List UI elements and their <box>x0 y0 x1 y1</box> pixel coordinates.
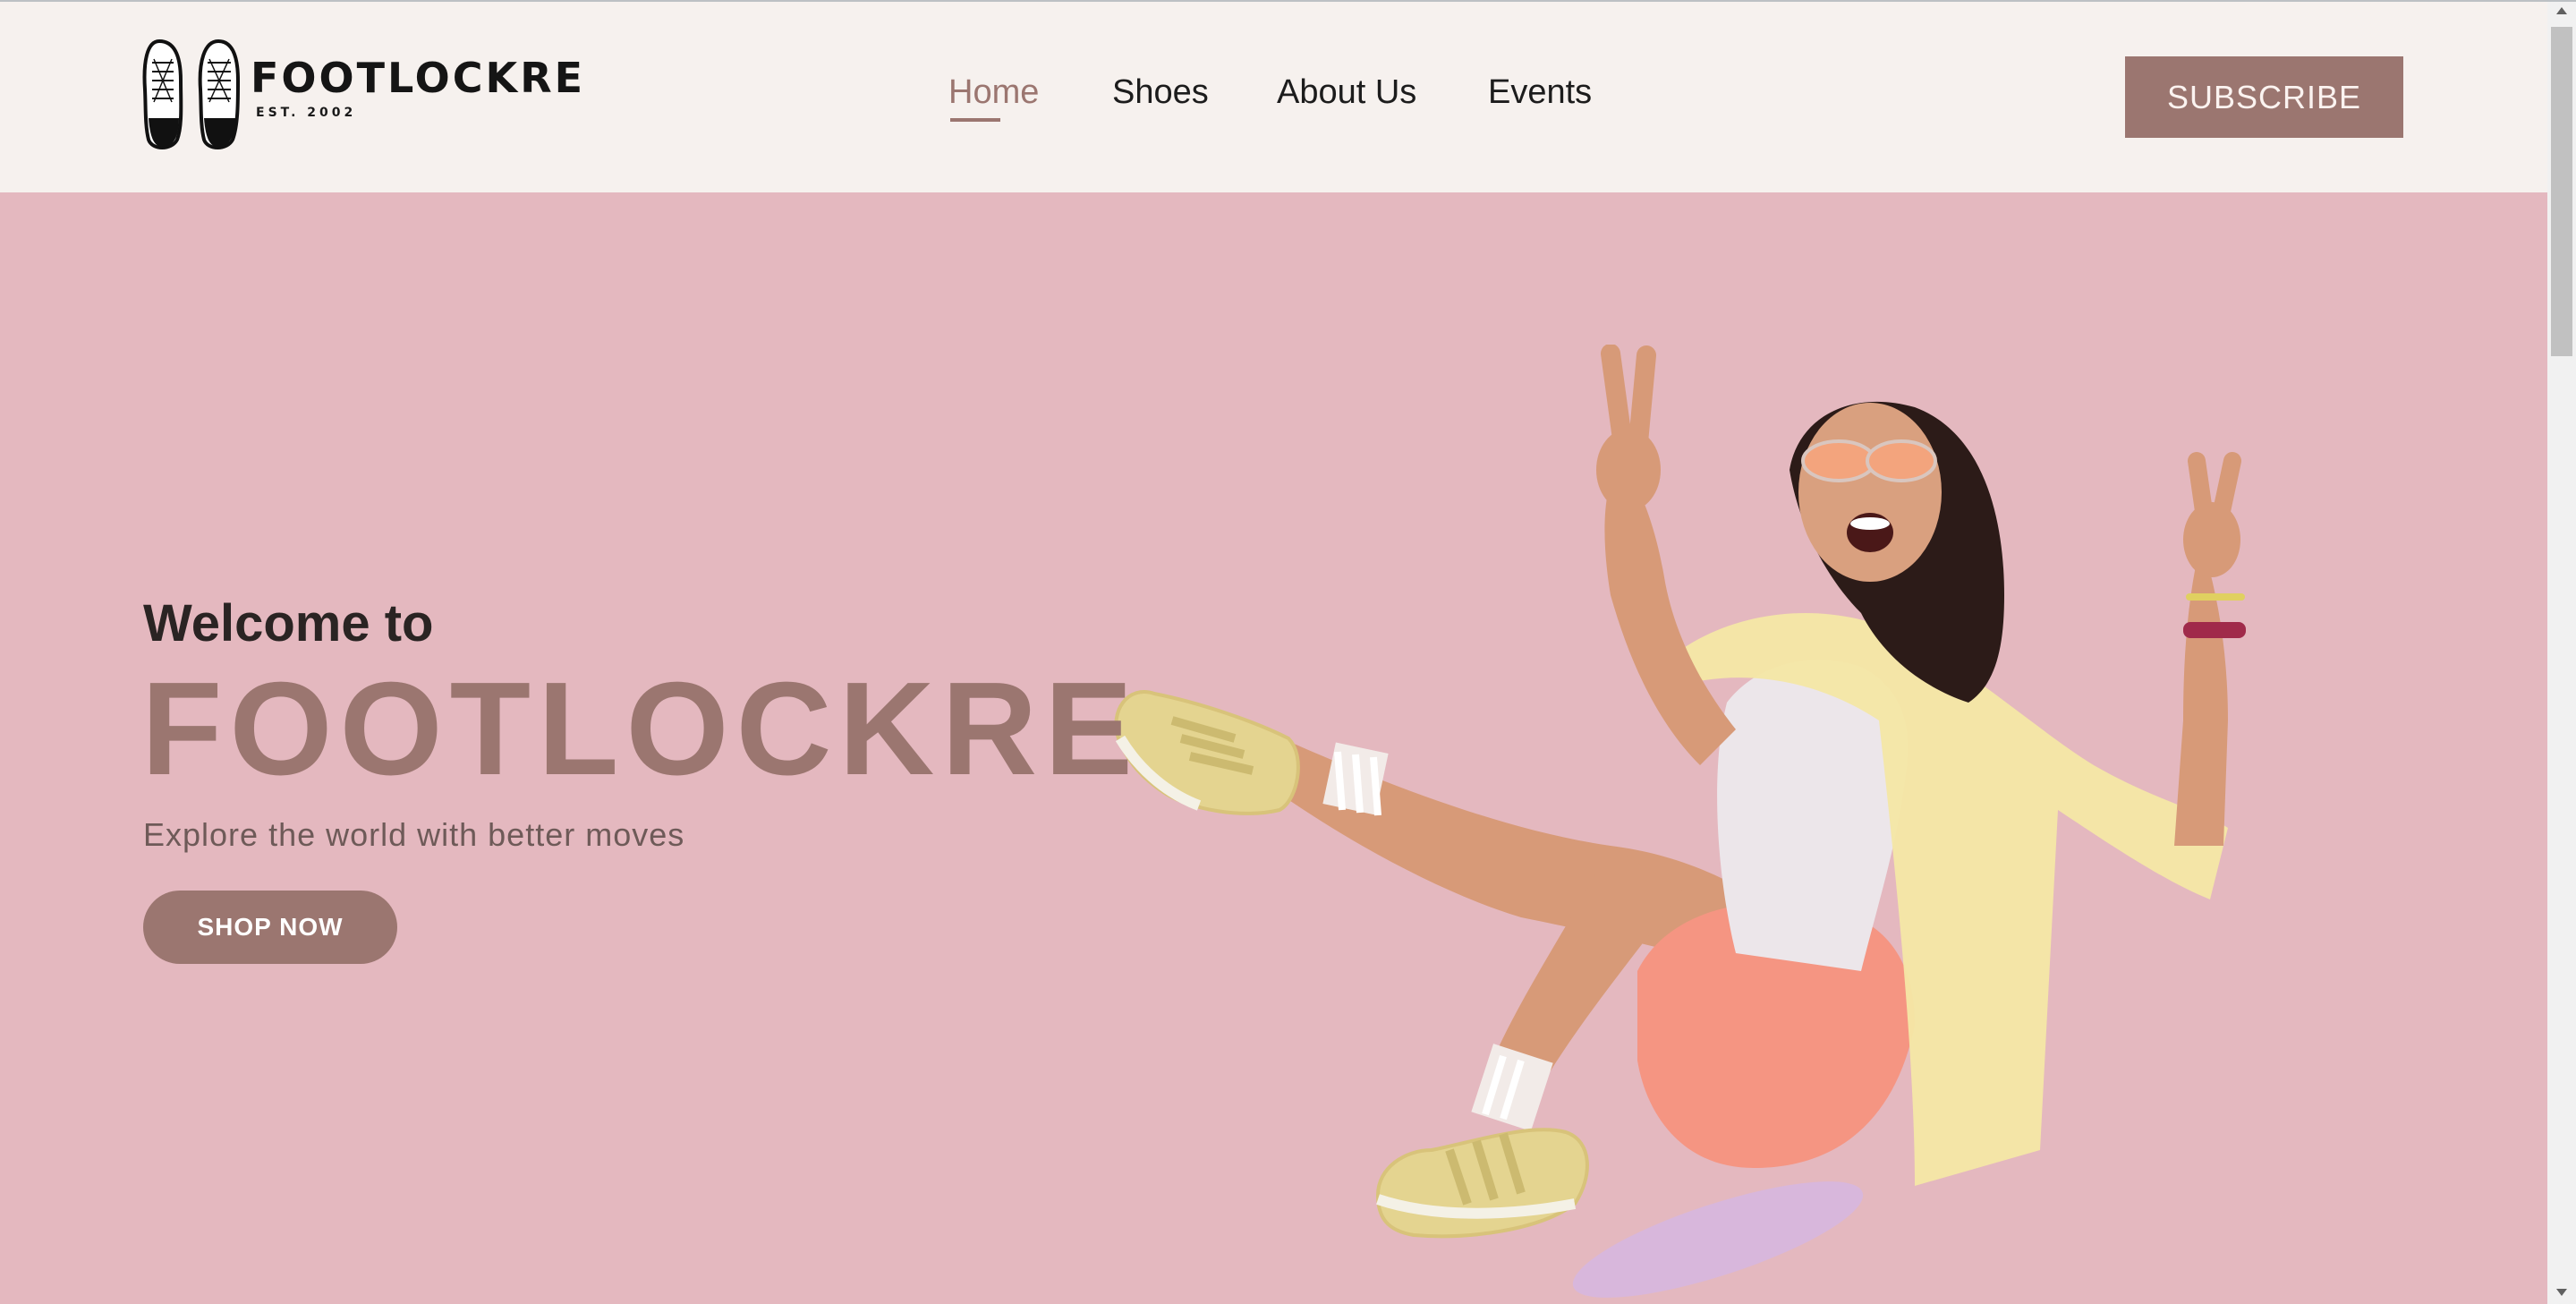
hero-section: Welcome to FOOTLOCKRE Explore the world … <box>0 192 2547 1304</box>
hero-brand-title: FOOTLOCKRE <box>141 655 1140 803</box>
sneakers-logo-icon <box>142 38 241 149</box>
brand-logo[interactable]: FOOTLOCKRE EST. 2002 <box>141 36 582 152</box>
subscribe-button[interactable]: SUBSCRIBE <box>2125 56 2403 138</box>
nav-events[interactable]: Events <box>1488 73 1592 112</box>
hero-welcome-text: Welcome to <box>143 594 434 652</box>
scrollbar-thumb[interactable] <box>2551 27 2572 356</box>
scroll-up-arrow-icon[interactable] <box>2556 7 2567 14</box>
scroll-down-arrow-icon[interactable] <box>2556 1289 2567 1296</box>
nav-home[interactable]: Home <box>948 73 1040 122</box>
logo-wordmark: FOOTLOCKRE <box>251 54 586 102</box>
nav-shoes[interactable]: Shoes <box>1112 73 1209 112</box>
logo-established: EST. 2002 <box>256 106 357 120</box>
nav-about-us[interactable]: About Us <box>1277 73 1416 112</box>
vertical-scrollbar[interactable] <box>2547 2 2576 1304</box>
shop-now-button[interactable]: SHOP NOW <box>143 891 397 964</box>
nav-home-label: Home <box>948 73 1040 111</box>
active-nav-underline <box>950 118 1000 122</box>
hero-skater-image <box>1114 345 2246 1298</box>
hero-tagline: Explore the world with better moves <box>143 816 685 853</box>
site-header: FOOTLOCKRE EST. 2002 Home Shoes About Us… <box>0 2 2547 192</box>
